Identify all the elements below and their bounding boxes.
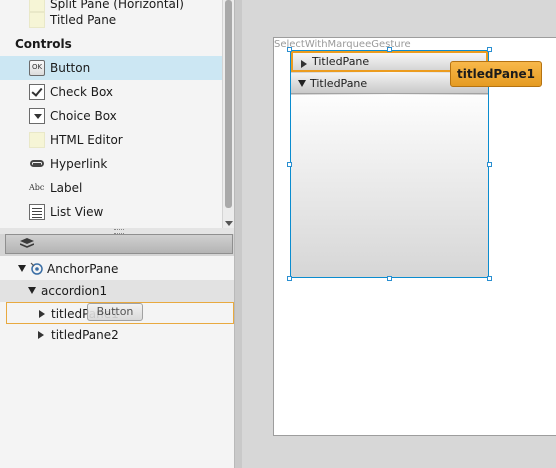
expand-triangle-icon[interactable] bbox=[18, 265, 26, 272]
button-icon: OK bbox=[29, 60, 45, 76]
titled-pane-icon bbox=[29, 12, 45, 28]
library-item-label[interactable]: Abc Label bbox=[0, 176, 223, 200]
listview-icon bbox=[29, 204, 45, 220]
resize-handle-e[interactable] bbox=[487, 162, 492, 167]
scroll-down-arrow-icon[interactable] bbox=[225, 221, 233, 226]
expand-triangle-icon[interactable] bbox=[28, 287, 36, 294]
library-scrollbar[interactable] bbox=[222, 0, 234, 228]
checkbox-icon bbox=[29, 84, 45, 100]
vertical-divider[interactable] bbox=[234, 0, 242, 468]
resize-handle-w[interactable] bbox=[287, 162, 292, 167]
resize-handle-ne[interactable] bbox=[487, 47, 492, 52]
hyperlink-icon bbox=[29, 156, 45, 172]
hierarchy-header bbox=[5, 234, 233, 254]
expand-triangle-icon bbox=[298, 80, 306, 87]
collapsed-triangle-icon bbox=[301, 60, 307, 68]
tree-row-titledpane2[interactable]: titledPane2 bbox=[0, 324, 234, 346]
html-editor-icon bbox=[29, 132, 45, 148]
tree-row-accordion1[interactable]: accordion1 bbox=[0, 280, 234, 302]
anchorpane-icon bbox=[30, 262, 43, 275]
library-item-choice-box[interactable]: Choice Box bbox=[0, 104, 223, 128]
scrollbar-thumb[interactable] bbox=[225, 0, 232, 208]
library-item-check-box[interactable]: Check Box bbox=[0, 80, 223, 104]
library-item-hyperlink[interactable]: Hyperlink bbox=[0, 152, 223, 176]
library-item-titled-pane[interactable]: Titled Pane bbox=[0, 8, 223, 32]
tree-row-anchorpane[interactable]: AnchorPane bbox=[0, 258, 234, 280]
accordion-content bbox=[291, 95, 488, 277]
drag-ghost-button: Button bbox=[87, 303, 143, 321]
library-panel: Split Pane (Horizontal) Titled Pane Cont… bbox=[0, 0, 234, 228]
library-item-button[interactable]: OK Button bbox=[0, 56, 223, 80]
section-controls[interactable]: Controls bbox=[15, 37, 72, 51]
collapsed-triangle-icon[interactable] bbox=[38, 331, 44, 339]
layers-icon bbox=[20, 238, 34, 248]
resize-handle-s[interactable] bbox=[387, 276, 392, 281]
resize-handle-nw[interactable] bbox=[287, 47, 292, 52]
resize-handle-n[interactable] bbox=[387, 47, 392, 52]
library-item-list-view[interactable]: List View bbox=[0, 200, 223, 224]
hierarchy-panel: AnchorPane accordion1 titledPane1 titled… bbox=[0, 256, 234, 468]
label-icon: Abc bbox=[29, 183, 45, 192]
resize-handle-sw[interactable] bbox=[287, 276, 292, 281]
collapsed-triangle-icon[interactable] bbox=[39, 310, 45, 318]
library-item-html-editor[interactable]: HTML Editor bbox=[0, 128, 223, 152]
drop-target-tooltip: titledPane1 bbox=[450, 61, 543, 87]
choicebox-icon bbox=[29, 108, 45, 124]
resize-handle-se[interactable] bbox=[487, 276, 492, 281]
